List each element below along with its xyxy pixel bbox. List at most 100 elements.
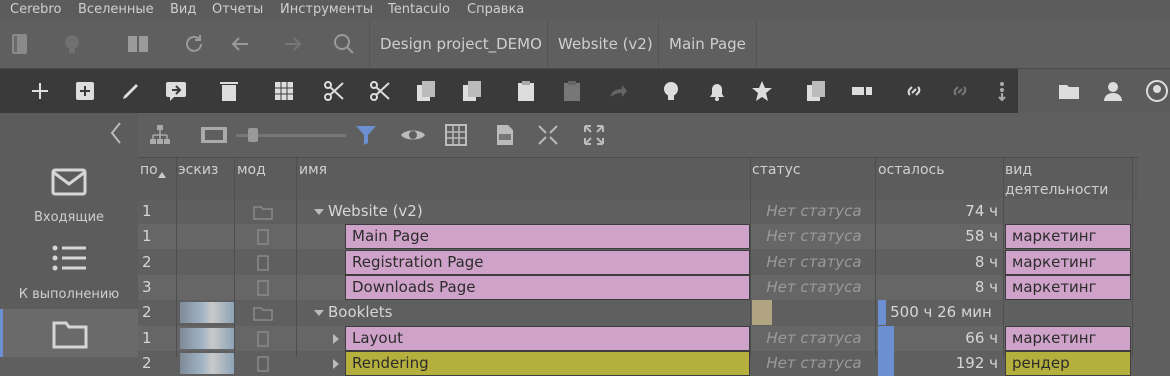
column-divider xyxy=(875,157,876,357)
book-icon[interactable] xyxy=(8,32,32,56)
menu-reports[interactable]: Отчеты xyxy=(212,2,263,17)
menu-cerebro[interactable]: Cerebro xyxy=(10,2,61,17)
row-number: 1 xyxy=(142,328,152,347)
task-name: Registration Page xyxy=(345,249,750,275)
copy-icon[interactable] xyxy=(414,79,438,103)
column-header-activity[interactable]: вид деятельности xyxy=(1005,160,1108,200)
table-row[interactable]: 2 Registration Page Нет статуса 8 ч маркетин… xyxy=(138,249,1133,275)
table-grid-icon[interactable] xyxy=(444,123,468,147)
thumbnail-image[interactable] xyxy=(180,327,234,349)
column-header-thumb[interactable]: эскиз xyxy=(178,162,218,178)
status-cell: Нет статуса xyxy=(766,227,862,246)
task-name: Main Page xyxy=(345,224,750,250)
sort-arrow-icon xyxy=(158,172,166,178)
eye-icon[interactable] xyxy=(400,123,425,147)
column-header-name[interactable]: имя xyxy=(299,162,327,178)
inbox-icon[interactable] xyxy=(51,167,87,197)
thumbnail-image[interactable] xyxy=(180,352,234,374)
task-name: Downloads Page xyxy=(345,274,750,300)
menu-view[interactable]: Вид xyxy=(170,2,196,17)
activity-cell: маркетинг xyxy=(1005,224,1131,250)
folder-icon xyxy=(253,204,273,220)
todo-list-icon[interactable] xyxy=(51,243,87,273)
split-view-icon[interactable] xyxy=(126,32,150,56)
filter-funnel-icon[interactable] xyxy=(354,123,378,147)
star-icon[interactable] xyxy=(750,79,774,103)
thumbnail-film-icon[interactable] xyxy=(200,123,227,147)
activity-cell: маркетинг xyxy=(1005,274,1131,300)
copy-link-icon[interactable] xyxy=(460,79,484,103)
bell-alarm-icon[interactable] xyxy=(705,79,729,103)
collapse-chevron-icon[interactable] xyxy=(108,121,124,145)
text-cursor-icon[interactable] xyxy=(850,79,874,103)
collapse-all-icon[interactable] xyxy=(536,123,560,147)
idea-lightbulb-icon[interactable] xyxy=(659,79,683,103)
remaining-cell: 192 ч xyxy=(955,353,998,372)
sort-order-icon[interactable] xyxy=(990,79,1014,103)
forward-disabled-icon[interactable] xyxy=(606,79,630,103)
duplicate-icon[interactable] xyxy=(804,79,828,103)
forward-arrow-icon[interactable] xyxy=(281,32,305,56)
breadcrumb-project[interactable]: Design project_DEMO xyxy=(369,20,542,68)
slider-handle[interactable] xyxy=(248,128,258,142)
sidebar-item-todo[interactable]: К выполнению xyxy=(0,287,138,302)
link-add-icon[interactable] xyxy=(902,79,926,103)
table-row[interactable]: 3 Downloads Page Нет статуса 8 ч маркетинг xyxy=(138,274,1133,300)
menu-help[interactable]: Справка xyxy=(467,2,524,17)
table-row[interactable]: 1 Layout Нет статуса 66 ч маркетинг xyxy=(138,325,1133,351)
user-account-icon[interactable] xyxy=(1145,79,1169,103)
trash-icon[interactable] xyxy=(217,79,241,103)
cut-link-icon[interactable] xyxy=(368,79,392,103)
menu-bar: Cerebro Вселенные Вид Отчеты Инструменты… xyxy=(0,0,1170,20)
row-number: 2 xyxy=(142,303,152,322)
cube-grid-icon[interactable] xyxy=(272,79,296,103)
remaining-cell: 66 ч xyxy=(965,328,998,347)
menu-universes[interactable]: Вселенные xyxy=(78,2,154,17)
table-row[interactable]: 1 Website (v2) Нет статуса 74 ч xyxy=(138,199,1133,224)
column-divider xyxy=(750,157,751,357)
expand-down-icon[interactable] xyxy=(314,308,324,318)
add-icon[interactable] xyxy=(28,79,52,103)
expand-right-icon[interactable] xyxy=(331,333,341,344)
export-xls-icon[interactable] xyxy=(493,123,517,147)
remaining-cell: 500 ч 26 мин xyxy=(890,303,992,322)
menu-tools[interactable]: Инструменты xyxy=(280,2,373,17)
add-subtask-icon[interactable] xyxy=(73,79,97,103)
column-header-mod[interactable]: мод xyxy=(237,162,266,178)
paste-special-icon[interactable] xyxy=(560,79,584,103)
back-arrow-icon[interactable] xyxy=(228,32,252,56)
user-icon[interactable] xyxy=(1101,79,1125,103)
table-row[interactable]: 1 Main Page Нет статуса 58 ч маркетинг xyxy=(138,224,1133,250)
remaining-cell: 8 ч xyxy=(974,277,998,296)
message-reply-icon[interactable] xyxy=(164,79,188,103)
menu-tentaculo[interactable]: Tentaculo xyxy=(388,2,450,17)
breadcrumb-main-page[interactable]: Main Page xyxy=(658,20,757,68)
sidebar-item-folders[interactable] xyxy=(0,309,141,357)
table-row[interactable]: 2 Booklets 500 ч 26 мин xyxy=(138,300,1133,326)
table-row[interactable]: 2 Rendering Нет статуса 192 ч рендер xyxy=(138,350,1133,376)
row-number: 1 xyxy=(142,227,152,246)
expand-right-icon[interactable] xyxy=(331,358,341,369)
sidebar-item-inbox[interactable]: Входящие xyxy=(0,210,138,225)
task-name: Layout xyxy=(345,325,750,351)
thumbnail-image[interactable] xyxy=(180,302,234,324)
column-header-status[interactable]: статус xyxy=(752,162,801,178)
cut-scissors-icon[interactable] xyxy=(322,79,346,103)
folder-icon[interactable] xyxy=(1057,79,1081,103)
thumbnail-size-slider[interactable] xyxy=(236,128,346,142)
hierarchy-tree-icon[interactable] xyxy=(148,123,172,147)
lightbulb-icon[interactable] xyxy=(60,32,84,56)
left-sidebar: Входящие К выполнению xyxy=(0,113,141,357)
search-icon[interactable] xyxy=(332,32,356,56)
expand-down-icon[interactable] xyxy=(314,207,324,217)
column-header-remaining[interactable]: осталось xyxy=(878,162,944,178)
link-icon[interactable] xyxy=(948,79,972,103)
expand-all-icon[interactable] xyxy=(582,123,606,147)
breadcrumb-website[interactable]: Website (v2) xyxy=(547,20,653,68)
refresh-icon[interactable] xyxy=(182,32,206,56)
status-cell: Нет статуса xyxy=(766,277,862,296)
edit-pencil-icon[interactable] xyxy=(119,79,143,103)
row-number: 1 xyxy=(142,202,152,220)
paste-icon[interactable] xyxy=(514,79,538,103)
column-header-num[interactable]: по xyxy=(140,162,158,178)
